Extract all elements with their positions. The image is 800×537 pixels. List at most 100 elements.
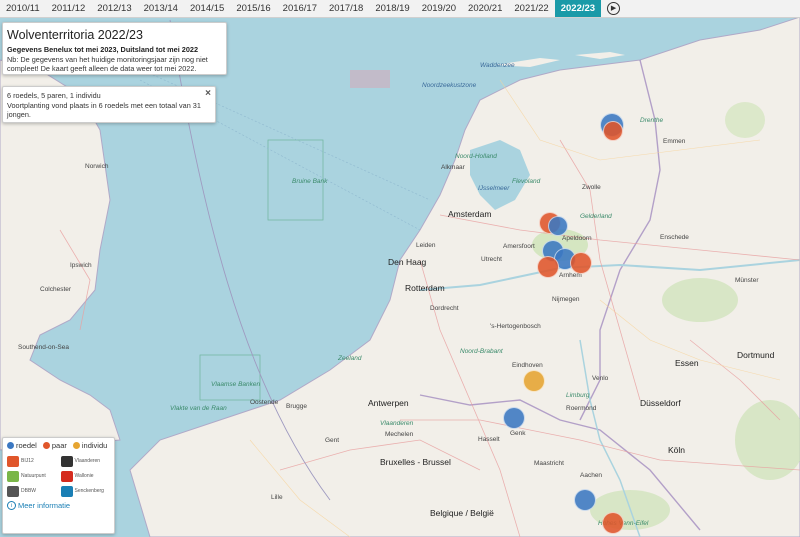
map-label-limburg: Limburg bbox=[566, 392, 590, 399]
map-label-gelderland: Gelderland bbox=[580, 213, 612, 220]
map-label-zwolle: Zwolle bbox=[582, 184, 601, 191]
map-label-drenthe: Drenthe bbox=[640, 117, 664, 124]
map-label-nijmegen: Nijmegen bbox=[552, 296, 580, 303]
map-label-noordzeekust: Noordzeekustzone bbox=[422, 82, 477, 89]
map-label-leiden: Leiden bbox=[416, 242, 436, 249]
map-label-brugge: Brugge bbox=[286, 403, 307, 410]
partner-logo[interactable]: Natuurpunt bbox=[7, 470, 57, 482]
summary-popup: × 6 roedels, 5 paren, 1 individu Voortpl… bbox=[2, 86, 216, 123]
summary-counts: 6 roedels, 5 paren, 1 individu bbox=[7, 91, 101, 100]
map-label-norwich: Norwich bbox=[85, 163, 109, 170]
year-tab[interactable]: 2020/21 bbox=[462, 0, 508, 17]
partner-logo[interactable]: Wallonie bbox=[60, 470, 111, 482]
territory-marker-roedel[interactable] bbox=[503, 407, 525, 429]
map-label-rotterdam: Rotterdam bbox=[405, 283, 445, 293]
legend-swatch bbox=[42, 442, 50, 449]
legend-swatch bbox=[72, 442, 80, 449]
map-label-mechelen: Mechelen bbox=[385, 431, 414, 438]
year-tab[interactable]: 2013/14 bbox=[138, 0, 184, 17]
map-label-maastricht: Maastricht bbox=[534, 460, 564, 467]
map-label-amersfoort: Amersfoort bbox=[503, 243, 535, 250]
partner-logo[interactable]: BIJ12 bbox=[7, 455, 57, 467]
map-label-lille: Lille bbox=[271, 494, 283, 501]
territory-marker-paar[interactable] bbox=[537, 256, 559, 278]
legend-panel: roedel paar individu BIJ12 Vlaanderen Natuur… bbox=[2, 437, 115, 534]
map-label-noord-holland: Noord-Holland bbox=[455, 153, 497, 160]
legend-label: paar bbox=[51, 441, 67, 450]
map-label-dortmund: Dortmund bbox=[737, 350, 775, 360]
map-label-southend: Southend-on-Sea bbox=[18, 344, 69, 351]
legend-label: roedel bbox=[16, 441, 37, 450]
map-label-vlaanderen: Vlaanderen bbox=[380, 420, 414, 427]
map-label-colchester: Colchester bbox=[40, 286, 72, 293]
map-label-ijsselmeer: IJsselmeer bbox=[478, 185, 510, 192]
map-label-vlaamse-banken: Vlaamse Banken bbox=[211, 381, 261, 388]
territory-marker-roedel[interactable] bbox=[574, 489, 596, 511]
map-label-dordrecht: Dordrecht bbox=[430, 305, 459, 312]
map-label-emmen: Emmen bbox=[663, 138, 686, 145]
logo-text: Senckenberg bbox=[74, 488, 104, 494]
page-title: Wolventerritoria 2022/23 bbox=[7, 28, 143, 42]
map-label-aachen: Aachen bbox=[580, 472, 603, 479]
territory-marker-paar[interactable] bbox=[570, 252, 592, 274]
logo-text: Vlaanderen bbox=[74, 458, 101, 464]
close-icon[interactable]: × bbox=[205, 89, 211, 99]
partner-logo[interactable]: Vlaanderen bbox=[60, 455, 111, 467]
year-tab[interactable]: 2021/22 bbox=[508, 0, 554, 17]
year-tab[interactable]: 2010/11 bbox=[0, 0, 46, 17]
territory-marker-roedel[interactable] bbox=[548, 216, 568, 236]
summary-reproduction: Voortplanting vond plaats in 6 roedels m… bbox=[7, 100, 201, 120]
year-tab[interactable]: 2015/16 bbox=[230, 0, 276, 17]
territory-marker-individu[interactable] bbox=[523, 370, 545, 392]
map-label-waddenzee: Waddenzee bbox=[480, 62, 515, 69]
partner-logo[interactable]: Senckenberg bbox=[60, 485, 111, 497]
logo-mark bbox=[60, 485, 73, 497]
year-tab[interactable]: 2018/19 bbox=[369, 0, 415, 17]
map-label-hasselt: Hasselt bbox=[478, 436, 500, 443]
year-tab[interactable]: 2022/23 bbox=[554, 0, 602, 17]
map-label-den-haag: Den Haag bbox=[388, 257, 427, 267]
map-label-dusseldorf: Düsseldorf bbox=[640, 398, 681, 408]
year-tab[interactable]: 2016/17 bbox=[277, 0, 323, 17]
map-label-belgique: Belgique / België bbox=[430, 508, 494, 518]
map-label-gent: Gent bbox=[325, 437, 340, 444]
territory-marker-paar[interactable] bbox=[602, 512, 624, 534]
more-info-link[interactable]: i Meer informatie bbox=[7, 501, 110, 510]
logo-mark bbox=[60, 470, 73, 482]
logo-mark bbox=[7, 485, 19, 497]
map-label-genk: Genk bbox=[510, 430, 526, 437]
map-label-hertogenbosch: 's-Hertogenbosch bbox=[490, 323, 541, 330]
more-info-label: Meer informatie bbox=[18, 501, 71, 510]
map-label-essen: Essen bbox=[675, 358, 699, 368]
map-label-oostende: Oostende bbox=[250, 399, 279, 406]
legend-swatch bbox=[7, 442, 14, 449]
map-label-utrecht: Utrecht bbox=[481, 256, 502, 263]
partner-logos: BIJ12 Vlaanderen Natuurpunt Wallonie DBBW Sen… bbox=[7, 455, 110, 497]
year-tab[interactable]: 2019/20 bbox=[416, 0, 462, 17]
map-label-alkmaar: Alkmaar bbox=[441, 164, 465, 171]
map-label-amsterdam: Amsterdam bbox=[448, 209, 492, 219]
map-label-apeldoorn: Apeldoorn bbox=[562, 235, 592, 242]
partner-logo[interactable]: DBBW bbox=[7, 485, 57, 497]
logo-text: Wallonie bbox=[74, 473, 94, 479]
map-label-flevoland: Flevoland bbox=[512, 178, 541, 185]
year-timeline: 2010/11 2011/12 2012/13 2013/14 2014/15 2015/… bbox=[0, 0, 800, 18]
year-tab[interactable]: 2017/18 bbox=[323, 0, 369, 17]
map-label-vlakte-raan: Vlakte van de Raan bbox=[170, 405, 227, 412]
play-button[interactable]: ▶ bbox=[601, 0, 626, 17]
year-tab[interactable]: 2012/13 bbox=[91, 0, 137, 17]
logo-text: BIJ12 bbox=[21, 458, 34, 464]
territory-marker-paar[interactable] bbox=[603, 121, 623, 141]
logo-text: DBBW bbox=[21, 488, 36, 494]
year-tab[interactable]: 2011/12 bbox=[46, 0, 92, 17]
map-label-brussel: Bruxelles - Brussel bbox=[380, 457, 451, 467]
map-label-antwerpen: Antwerpen bbox=[368, 398, 409, 408]
title-panel: Wolventerritoria 2022/23 Gegevens Benelu… bbox=[2, 22, 227, 75]
legend-item-roedel: roedel bbox=[7, 441, 37, 450]
map-label-ipswich: Ipswich bbox=[70, 262, 92, 269]
map-label-koln: Köln bbox=[668, 445, 686, 455]
map-label-venlo: Venlo bbox=[592, 375, 609, 382]
year-tab[interactable]: 2014/15 bbox=[184, 0, 230, 17]
logo-text: Natuurpunt bbox=[21, 473, 46, 479]
map-label-brown-bank: Bruine Bank bbox=[292, 178, 328, 185]
